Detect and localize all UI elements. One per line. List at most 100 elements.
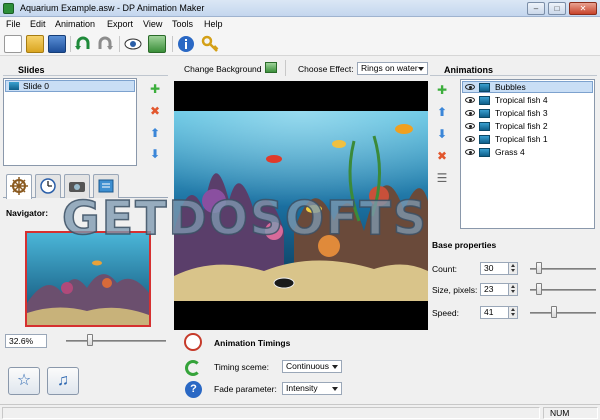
divider	[3, 75, 168, 76]
title-bar: Aquarium Example.asw - DP Animation Make…	[0, 0, 600, 17]
speed-label: Speed:	[432, 308, 459, 318]
animations-heading: Animations	[444, 65, 494, 75]
visibility-eye-icon[interactable]	[465, 97, 475, 103]
close-button[interactable]: ✕	[569, 2, 597, 15]
new-file-icon[interactable]	[4, 35, 22, 53]
toolbar-separator	[70, 36, 71, 52]
background-picture-icon[interactable]	[265, 62, 277, 73]
count-value: 30	[484, 263, 494, 273]
animation-timings: Animation Timings Timing sceme: Continuo…	[174, 330, 428, 404]
animation-label: Bubbles	[495, 82, 526, 92]
info-icon[interactable]	[177, 35, 195, 53]
animation-label[interactable]: Tropical fish 2	[495, 121, 548, 131]
animation-label[interactable]: Tropical fish 4	[495, 95, 548, 105]
visibility-eye-icon[interactable]	[465, 110, 475, 116]
effect-dropdown[interactable]: Rings on water	[357, 62, 428, 75]
speed-slider-thumb[interactable]	[551, 306, 557, 318]
size-spinner[interactable]: 23	[480, 283, 518, 296]
chevron-down-icon	[332, 387, 338, 391]
choose-effect-label: Choose Effect:	[298, 64, 354, 74]
base-properties: Base properties Count: 30 Size, pixels: …	[430, 238, 600, 328]
menu-view[interactable]: View	[143, 19, 162, 29]
slide-label: Slide 0	[23, 81, 49, 91]
fade-parameter-dropdown[interactable]: Intensity	[282, 382, 342, 395]
tab-clock[interactable]	[35, 174, 61, 198]
minimize-button[interactable]: –	[527, 2, 545, 15]
delete-slide-icon[interactable]: ✖	[149, 105, 161, 117]
key-icon[interactable]	[201, 35, 219, 53]
alarm-clock-icon	[184, 333, 202, 351]
undo-icon[interactable]	[74, 35, 92, 53]
spinner-arrows-icon[interactable]	[508, 263, 517, 274]
save-icon[interactable]	[48, 35, 66, 53]
animation-thumb-icon	[479, 122, 490, 131]
count-label: Count:	[432, 264, 458, 274]
fade-parameter-value: Intensity	[286, 383, 318, 393]
menu-edit[interactable]: Edit	[30, 19, 46, 29]
navigator-preview[interactable]	[25, 231, 151, 327]
slide-thumb-icon	[9, 82, 19, 90]
move-up-icon[interactable]: ⬆	[149, 127, 161, 139]
menu-bar: File Edit Animation Export View Tools He…	[0, 17, 600, 32]
speed-spinner[interactable]: 41	[480, 306, 518, 319]
list-item[interactable]: Slide 0	[5, 80, 135, 92]
toolbar-separator	[172, 36, 173, 52]
count-spinner[interactable]: 30	[480, 262, 518, 275]
spinner-arrows-icon[interactable]	[508, 307, 517, 318]
zoom-slider-track[interactable]	[66, 340, 166, 342]
open-folder-icon[interactable]	[26, 35, 44, 53]
num-lock-indicator: NUM	[543, 407, 598, 419]
navigator-label: Navigator:	[6, 208, 49, 218]
animation-label[interactable]: Tropical fish 3	[495, 108, 548, 118]
properties-icon[interactable]: ☰	[436, 172, 448, 184]
change-background-link[interactable]: Change Background	[184, 64, 262, 74]
spinner-arrows-icon[interactable]	[508, 284, 517, 295]
menu-help[interactable]: Help	[204, 19, 223, 29]
zoom-field[interactable]: 32.6%	[5, 334, 47, 348]
add-slide-icon[interactable]: ✚	[149, 83, 161, 95]
music-button[interactable]: ♫	[47, 367, 79, 395]
chevron-down-icon	[418, 67, 424, 71]
menu-file[interactable]: File	[6, 19, 21, 29]
slides-list[interactable]: Slide 0	[3, 78, 137, 166]
zoom-slider-thumb[interactable]	[87, 334, 93, 346]
toolbar	[0, 32, 600, 56]
move-up-icon[interactable]: ⬆	[436, 106, 448, 118]
delete-animation-icon[interactable]: ✖	[436, 150, 448, 162]
visibility-eye-icon[interactable]	[465, 149, 475, 155]
menu-animation[interactable]: Animation	[55, 19, 95, 29]
divider	[285, 60, 286, 76]
window-title: Aquarium Example.asw - DP Animation Make…	[20, 3, 205, 13]
help-icon[interactable]: ?	[185, 381, 202, 398]
visibility-eye-icon[interactable]	[465, 123, 475, 129]
slides-heading: Slides	[18, 65, 45, 75]
speed-slider-track[interactable]	[530, 312, 596, 314]
preview-eye-icon[interactable]	[124, 35, 142, 53]
status-panel	[2, 407, 540, 419]
menu-tools[interactable]: Tools	[172, 19, 193, 29]
tab-helm[interactable]	[6, 174, 32, 199]
maximize-button[interactable]: □	[548, 2, 566, 15]
move-down-icon[interactable]: ⬇	[436, 128, 448, 140]
timings-heading: Animation Timings	[214, 338, 291, 348]
size-slider-thumb[interactable]	[536, 283, 542, 295]
visibility-eye-icon[interactable]	[465, 136, 475, 142]
fade-parameter-label: Fade parameter:	[214, 384, 277, 394]
add-animation-icon[interactable]: ✚	[436, 84, 448, 96]
toolbar-separator	[119, 36, 120, 52]
effect-value: Rings on water	[361, 63, 418, 73]
animation-thumb-icon	[479, 109, 490, 118]
animation-label[interactable]: Grass 4	[495, 147, 525, 157]
background-controls: Change Background Choose Effect: Rings o…	[174, 59, 428, 79]
redo-icon[interactable]	[96, 35, 114, 53]
timing-scheme-dropdown[interactable]: Continuous	[282, 360, 342, 373]
move-down-icon[interactable]: ⬇	[149, 148, 161, 160]
speed-value: 41	[484, 307, 494, 317]
visibility-eye-icon[interactable]	[465, 84, 475, 90]
export-icon[interactable]	[148, 35, 166, 53]
count-slider-thumb[interactable]	[536, 262, 542, 274]
animation-label[interactable]: Tropical fish 1	[495, 134, 548, 144]
star-button[interactable]: ☆	[8, 367, 40, 395]
menu-export[interactable]: Export	[107, 19, 133, 29]
animation-thumb-icon	[479, 96, 490, 105]
